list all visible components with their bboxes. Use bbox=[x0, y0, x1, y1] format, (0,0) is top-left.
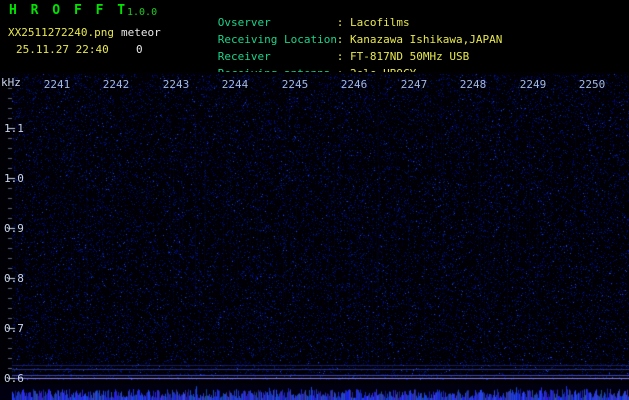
y-tick-label: 1.1 bbox=[4, 122, 24, 135]
meteor-count: 0 bbox=[136, 43, 143, 56]
y-tick-label: 0.6 bbox=[4, 372, 24, 385]
filename-label: XX2511272240.png bbox=[8, 26, 114, 39]
station-info: Ovserver: Lacofilms Receiving Location: … bbox=[178, 3, 503, 80]
time-tick-label: 2244 bbox=[221, 78, 249, 91]
spectrogram-canvas bbox=[0, 72, 629, 400]
info-label: Ovserver bbox=[217, 16, 271, 29]
time-tick-label: 2248 bbox=[459, 78, 487, 91]
hrofft-window: H R O F F T 1.0.0 XX2511272240.png meteo… bbox=[0, 0, 629, 400]
info-value: : FT-817ND 50MHz USB bbox=[336, 50, 470, 63]
timestamp-label: 25.11.27 22:40 bbox=[16, 43, 109, 56]
time-tick-label: 2243 bbox=[162, 78, 190, 91]
info-value: : Kanazawa Ishikawa,JAPAN bbox=[336, 33, 503, 46]
info-value: : Lacofilms bbox=[336, 16, 410, 29]
time-tick-label: 2246 bbox=[340, 78, 368, 91]
y-tick-label: 0.7 bbox=[4, 322, 24, 335]
time-tick-label: 2249 bbox=[519, 78, 547, 91]
meteor-label: meteor bbox=[121, 26, 161, 39]
time-tick-label: 2241 bbox=[43, 78, 71, 91]
info-label: Receiver bbox=[217, 50, 271, 63]
frequency-unit-label: kHz bbox=[1, 76, 21, 89]
time-tick-label: 2245 bbox=[281, 78, 309, 91]
info-label: Receiving Location bbox=[217, 33, 337, 46]
time-tick-label: 2242 bbox=[102, 78, 130, 91]
y-tick-label: 1.0 bbox=[4, 172, 24, 185]
y-tick-label: 0.9 bbox=[4, 222, 24, 235]
info-row-observer: Ovserver : Lacofilms bbox=[178, 3, 502, 29]
time-tick-label: 2247 bbox=[400, 78, 428, 91]
y-tick-label: 0.8 bbox=[4, 272, 24, 285]
version-label: 1.0.0 bbox=[127, 7, 158, 18]
app-title: H R O F F T bbox=[9, 3, 129, 18]
time-tick-label: 2250 bbox=[578, 78, 606, 91]
